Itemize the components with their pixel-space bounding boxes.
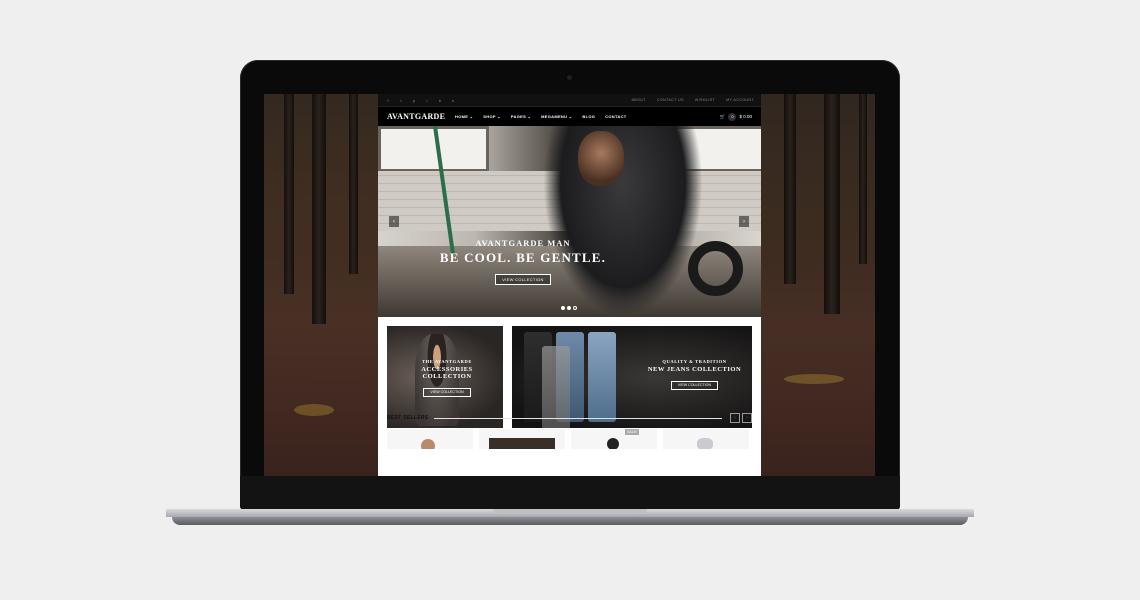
menu-contact[interactable]: CONTACT [605, 114, 626, 119]
view-collection-button[interactable]: VIEW COLLECTION [423, 387, 471, 397]
tree-trunk [859, 94, 867, 264]
sale-badge: SALE! [625, 429, 639, 435]
jeans-photo [588, 332, 616, 422]
cart-icon: 🛒 [719, 113, 726, 119]
menu-pages[interactable]: PAGES ⌄ [511, 114, 531, 119]
tree-trunk [784, 94, 796, 284]
menu-megamenu-label: MEGAMENU [541, 114, 568, 119]
about-link[interactable]: ABOUT [631, 98, 645, 102]
section-title: BEST SELLERS [387, 415, 429, 421]
slider-dot[interactable] [573, 306, 577, 310]
banner-caption: QUALITY & TRADITION NEW JEANS COLLECTION… [637, 359, 752, 391]
slider-dot[interactable] [567, 306, 571, 310]
blog-icon[interactable]: b [437, 98, 443, 103]
chevron-down-icon: ⌄ [568, 114, 573, 119]
cart-total: $ 0.00 [739, 114, 752, 119]
product-card[interactable] [663, 429, 749, 449]
instagram-icon[interactable]: i [424, 98, 430, 103]
chevron-down-icon: ⌄ [497, 114, 501, 119]
menu-shop[interactable]: SHOP ⌄ [483, 114, 501, 119]
slider-dots [561, 306, 577, 310]
laptop-screen: f t p i b s ABOUT CONTACT US WISHLIST MY… [264, 94, 875, 476]
banner-title: NEW JEANS COLLECTION [647, 366, 742, 373]
pinterest-icon[interactable]: p [411, 98, 417, 103]
tree-trunk [824, 94, 840, 314]
facebook-icon[interactable]: f [385, 98, 391, 103]
cart-widget[interactable]: 🛒 0 $ 0.00 [719, 112, 752, 121]
search-icon[interactable]: s [450, 98, 456, 103]
tree-trunk [284, 94, 294, 294]
menu-shop-label: SHOP [483, 114, 496, 119]
tree-trunk [349, 94, 358, 274]
view-collection-button[interactable]: VIEW COLLECTION [670, 380, 719, 390]
laptop-bezel-bottom [240, 476, 900, 510]
hero-title: BE COOL. BE GENTLE. [439, 250, 607, 265]
menu-megamenu[interactable]: MEGAMENU ⌄ [541, 114, 572, 119]
laptop-base-edge [172, 517, 968, 525]
menu-pages-label: PAGES [510, 114, 527, 119]
menu-home[interactable]: HOME ⌄ [455, 114, 473, 119]
divider [434, 417, 722, 419]
slider-dot-active[interactable] [561, 306, 565, 310]
hero-slider: ‹ › AVANTGARDE MAN BE COOL. BE GENTLE. V… [378, 126, 761, 317]
tree-trunk [312, 94, 326, 324]
menu-blog[interactable]: BLOG [582, 114, 595, 119]
social-links: f t p i b s [385, 98, 456, 103]
banner-caption: THE AVANTGARDE ACCESSORIES COLLECTION VI… [397, 359, 497, 398]
slider-next-button[interactable]: › [739, 216, 749, 227]
best-sellers-header: BEST SELLERS ‹ › [378, 413, 761, 423]
product-card[interactable]: SALE! [571, 429, 657, 449]
banner-title: ACCESSORIES COLLECTION [421, 366, 473, 380]
hero-caption: AVANTGARDE MAN BE COOL. BE GENTLE. VIEW … [378, 238, 668, 286]
twitter-icon[interactable]: t [398, 98, 404, 103]
product-image [489, 438, 555, 449]
main-nav: AVANTGARDE HOME ⌄ SHOP ⌄ PAGES ⌄ MEGAMEN… [378, 106, 761, 126]
product-image [607, 438, 619, 449]
site-logo[interactable]: AVANTGARDE [387, 112, 455, 121]
chevron-down-icon: ⌄ [469, 114, 474, 119]
main-menu: HOME ⌄ SHOP ⌄ PAGES ⌄ MEGAMENU ⌄ BLOG CO… [455, 114, 720, 119]
product-image [697, 438, 713, 449]
carousel-prev-button[interactable]: ‹ [730, 413, 740, 423]
product-carousel: SALE! [387, 429, 749, 449]
camera-icon [567, 75, 572, 80]
my-account-link[interactable]: MY ACCOUNT [726, 98, 754, 102]
menu-home-label: HOME [455, 114, 469, 119]
banner-subtitle: QUALITY & TRADITION [662, 359, 727, 364]
leaf-patch [784, 374, 844, 384]
view-collection-button[interactable]: VIEW COLLECTION [495, 274, 551, 285]
banner-subtitle: THE AVANTGARDE [422, 359, 472, 364]
hero-model-head [578, 131, 624, 186]
leaf-patch [294, 404, 334, 416]
promo-banners: THE AVANTGARDE ACCESSORIES COLLECTION VI… [378, 317, 761, 428]
wishlist-link[interactable]: WISHLIST [695, 98, 715, 102]
top-bar: f t p i b s ABOUT CONTACT US WISHLIST MY… [378, 94, 761, 106]
laptop-lid: f t p i b s ABOUT CONTACT US WISHLIST MY… [240, 60, 900, 510]
hero-subtitle: AVANTGARDE MAN [475, 238, 571, 248]
product-card[interactable] [387, 429, 473, 449]
laptop-opening-notch [493, 509, 647, 514]
chevron-down-icon: ⌄ [527, 114, 532, 119]
cart-count-badge: 0 [728, 112, 737, 121]
product-image [421, 439, 435, 449]
product-card[interactable] [479, 429, 565, 449]
tire-prop [688, 241, 743, 296]
contact-us-link[interactable]: CONTACT US [657, 98, 684, 102]
best-sellers-section: BEST SELLERS ‹ › SALE! [378, 413, 761, 449]
carousel-next-button[interactable]: › [742, 413, 752, 423]
website-preview: f t p i b s ABOUT CONTACT US WISHLIST MY… [378, 94, 761, 476]
slider-prev-button[interactable]: ‹ [389, 216, 399, 227]
top-links: ABOUT CONTACT US WISHLIST MY ACCOUNT [631, 98, 754, 102]
